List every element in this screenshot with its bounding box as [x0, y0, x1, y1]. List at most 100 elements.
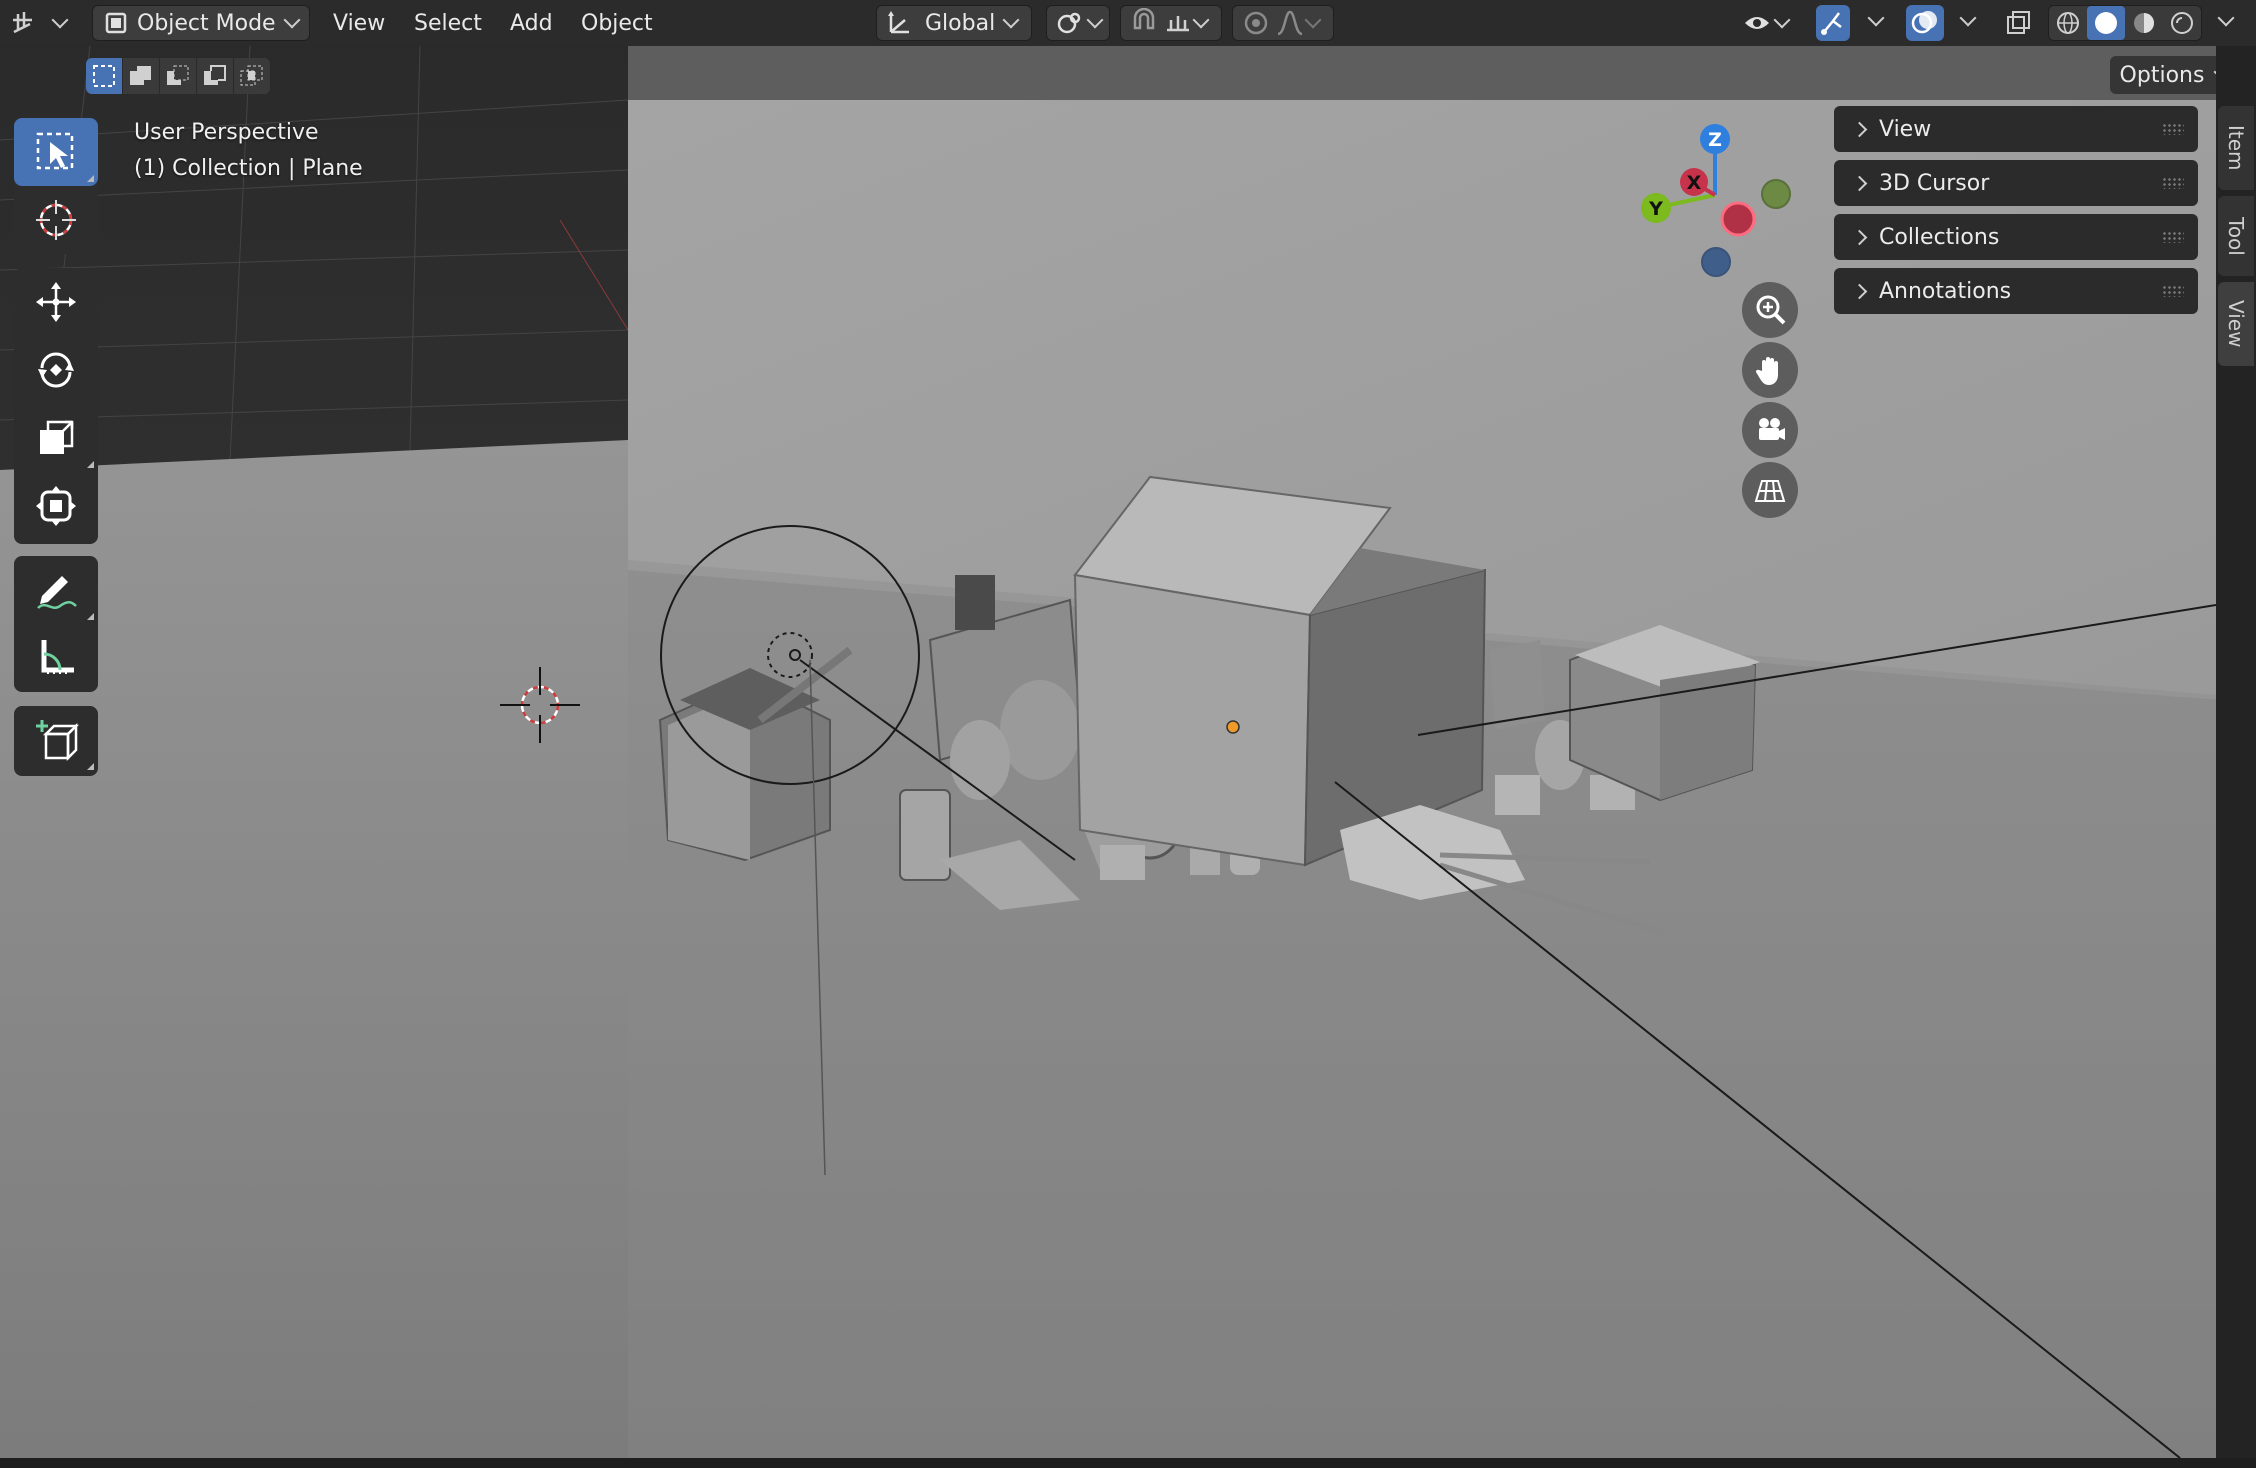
panel-collections-label: Collections — [1879, 224, 2000, 250]
transform-orientation-dropdown[interactable]: Global — [876, 5, 1032, 41]
rotate-icon — [38, 352, 74, 388]
tab-tool-label: Tool — [2224, 216, 2248, 256]
select-box-tool[interactable] — [14, 118, 98, 186]
shading-material-preview-icon[interactable] — [2125, 6, 2163, 40]
chevron-right-icon — [1851, 121, 1868, 137]
shading-rendered-icon[interactable] — [2163, 6, 2201, 40]
mode-label: Object Mode — [137, 10, 276, 36]
editor-type-3d-viewport-icon — [13, 12, 32, 34]
add-cube-icon — [36, 720, 80, 762]
select-mode-new-icon[interactable] — [86, 58, 123, 94]
measure-tool[interactable] — [14, 624, 98, 692]
select-mode-subtract-icon[interactable] — [160, 58, 197, 94]
panel-3d-cursor[interactable]: 3D Cursor — [1834, 160, 2198, 206]
selectability-visibility-dropdown[interactable] — [1742, 5, 1802, 41]
shading-solid-icon[interactable] — [2087, 6, 2125, 40]
xray-toggle-icon — [2007, 11, 2030, 34]
panel-annotations-label: Annotations — [1879, 278, 2012, 304]
camera-view-icon[interactable] — [1742, 402, 1798, 458]
object-origin-dot — [1226, 720, 1240, 734]
toolbar-group-add — [14, 706, 98, 776]
perspective-label: User Perspective — [134, 120, 319, 145]
select-mode-difference-icon[interactable] — [197, 58, 234, 94]
gizmo-dropdown-caret[interactable] — [1867, 9, 1885, 27]
zoom-icon[interactable] — [1742, 282, 1798, 338]
pivot-point-dropdown[interactable] — [1046, 5, 1110, 41]
hand-pan-icon[interactable] — [1742, 342, 1798, 398]
collection-label: (1) Collection | Plane — [134, 156, 363, 181]
overlay-toggle-icon — [1911, 11, 1937, 34]
orientation-global-icon — [888, 11, 909, 34]
annotate-tool[interactable] — [14, 556, 98, 624]
drag-grip-icon[interactable] — [2162, 231, 2184, 243]
snap-increment-icon — [1167, 16, 1189, 32]
menu-add[interactable]: Add — [510, 6, 553, 40]
rotate-tool[interactable] — [14, 336, 98, 404]
object-mode-icon — [105, 12, 127, 34]
tab-tool[interactable]: Tool — [2218, 196, 2254, 276]
viewport-header: Object Mode View Select Add Object Globa… — [0, 0, 2256, 46]
drag-grip-icon[interactable] — [2162, 177, 2184, 189]
axis-x-label: X — [1687, 172, 1702, 194]
move-tool[interactable] — [14, 268, 98, 336]
select-mode-extend-icon[interactable] — [123, 58, 160, 94]
drag-grip-icon[interactable] — [2162, 123, 2184, 135]
move-arrows-icon — [36, 282, 76, 322]
blender-3d-viewport-window: { "header": { "editor_type_icon": "edito… — [0, 0, 2256, 1468]
editor-type-button[interactable] — [10, 5, 78, 41]
transform-icon — [36, 486, 76, 526]
cursor-tool[interactable] — [14, 186, 98, 254]
options-label: Options — [2119, 62, 2205, 88]
scale-tool[interactable] — [14, 404, 98, 472]
mode-selector[interactable]: Object Mode — [92, 5, 310, 41]
select-box-icon — [36, 132, 74, 170]
chevron-right-icon — [1851, 229, 1868, 245]
tab-item-label: Item — [2224, 125, 2248, 171]
falloff-curve-icon — [1277, 10, 1303, 36]
measure-ruler-icon — [41, 640, 74, 674]
proportional-editing-icon — [1244, 11, 1268, 35]
tab-view[interactable]: View — [2218, 282, 2254, 366]
magnet-snap-icon — [1133, 8, 1155, 30]
annotate-pencil-icon — [37, 576, 77, 609]
axis-y-label: Y — [1648, 198, 1663, 220]
panel-3d-cursor-label: 3D Cursor — [1879, 170, 1990, 196]
overlay-toggle-button[interactable] — [1906, 5, 1944, 41]
gizmo-toggle-button[interactable] — [1816, 5, 1850, 41]
select-mode-intersect-icon[interactable] — [234, 58, 271, 94]
eye-visibility-icon — [1745, 17, 1769, 29]
chevron-right-icon — [1851, 175, 1868, 191]
axis-z-label: Z — [1708, 129, 1722, 151]
transform-orientation-label: Global — [925, 10, 996, 36]
menu-object[interactable]: Object — [581, 6, 653, 40]
tab-view-label: View — [2224, 300, 2248, 348]
proportional-editing-controls[interactable] — [1232, 5, 1334, 41]
toolbar-group-transform — [14, 268, 98, 544]
xray-toggle-button[interactable] — [2000, 5, 2036, 41]
panel-view-label: View — [1879, 116, 1932, 142]
shading-wireframe-icon[interactable] — [2049, 6, 2087, 40]
drag-grip-icon[interactable] — [2162, 285, 2184, 297]
pivot-point-icon — [1057, 12, 1081, 34]
transform-tool[interactable] — [14, 472, 98, 540]
3d-cursor-tool-icon — [36, 200, 76, 240]
gizmo-toggle[interactable] — [1816, 5, 1850, 41]
panel-collections[interactable]: Collections — [1834, 214, 2198, 260]
overlay-dropdown-caret[interactable] — [1959, 9, 1977, 27]
shading-dropdown-caret[interactable] — [2217, 9, 2235, 27]
viewport-top-band — [628, 46, 2216, 100]
toolbar-group-annotate — [14, 556, 98, 692]
gizmo-toggle-icon — [1821, 12, 1842, 35]
menu-select[interactable]: Select — [414, 6, 482, 40]
viewport-info-overlay: User Perspective (1) Collection | Plane — [134, 115, 363, 187]
snapping-controls[interactable] — [1120, 5, 1222, 41]
shading-mode-group[interactable] — [2048, 5, 2202, 41]
ortho-grid-icon[interactable] — [1742, 462, 1798, 518]
add-cube-tool[interactable] — [14, 706, 98, 774]
selection-mode-toggles — [86, 58, 271, 96]
panel-view[interactable]: View — [1834, 106, 2198, 152]
tab-item[interactable]: Item — [2218, 106, 2254, 190]
panel-annotations[interactable]: Annotations — [1834, 268, 2198, 314]
scale-icon — [40, 420, 74, 454]
menu-view[interactable]: View — [333, 6, 385, 40]
